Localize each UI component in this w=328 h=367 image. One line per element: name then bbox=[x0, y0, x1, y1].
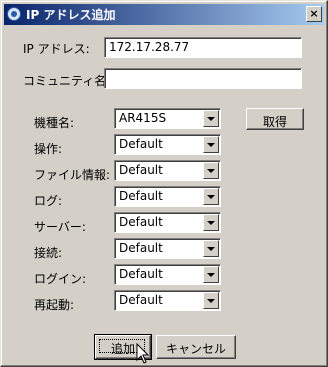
chevron-down-icon[interactable] bbox=[203, 162, 219, 179]
server-label: サーバー: bbox=[34, 220, 86, 234]
mouse-pointer-icon bbox=[136, 343, 150, 364]
chevron-down-icon[interactable] bbox=[203, 136, 219, 153]
server-select[interactable]: Default bbox=[114, 212, 221, 233]
title-bar[interactable]: IP アドレス追加 × bbox=[4, 4, 324, 25]
community-label: コミュニティ名: bbox=[23, 74, 111, 88]
reboot-select-value: Default bbox=[119, 293, 163, 307]
log-select[interactable]: Default bbox=[114, 186, 221, 207]
model-select-value: AR415S bbox=[119, 111, 167, 125]
operation-label: 操作: bbox=[34, 142, 63, 156]
connection-select[interactable]: Default bbox=[114, 238, 221, 259]
ip-address-label: IP アドレス: bbox=[23, 42, 90, 56]
reboot-select[interactable]: Default bbox=[114, 290, 221, 311]
cancel-button[interactable]: キャンセル bbox=[156, 335, 236, 359]
add-ip-dialog: IP アドレス追加 × IP アドレス: 172.17.28.77 コミュニティ… bbox=[0, 0, 328, 367]
window-title: IP アドレス追加 bbox=[26, 8, 116, 22]
community-input[interactable] bbox=[104, 68, 302, 89]
file-info-select[interactable]: Default bbox=[114, 160, 221, 181]
chevron-down-icon[interactable] bbox=[203, 214, 219, 231]
fetch-button[interactable]: 取得 bbox=[246, 108, 304, 130]
ip-address-input[interactable]: 172.17.28.77 bbox=[104, 37, 302, 58]
app-icon bbox=[7, 7, 21, 21]
reboot-label: 再起動: bbox=[34, 298, 75, 312]
connection-label: 接続: bbox=[34, 246, 63, 260]
chevron-down-icon[interactable] bbox=[203, 188, 219, 205]
operation-select[interactable]: Default bbox=[114, 134, 221, 155]
connection-select-value: Default bbox=[119, 241, 163, 255]
login-select-value: Default bbox=[119, 267, 163, 281]
chevron-down-icon[interactable] bbox=[203, 110, 219, 127]
close-button[interactable]: × bbox=[306, 6, 322, 22]
login-label: ログイン: bbox=[34, 272, 87, 286]
model-select[interactable]: AR415S bbox=[114, 108, 221, 129]
model-label: 機種名: bbox=[34, 116, 75, 130]
file-info-select-value: Default bbox=[119, 163, 163, 177]
file-info-label: ファイル情報: bbox=[34, 168, 111, 182]
chevron-down-icon[interactable] bbox=[203, 240, 219, 257]
operation-select-value: Default bbox=[119, 137, 163, 151]
chevron-down-icon[interactable] bbox=[203, 266, 219, 283]
chevron-down-icon[interactable] bbox=[203, 292, 219, 309]
login-select[interactable]: Default bbox=[114, 264, 221, 285]
cancel-button-label: キャンセル bbox=[165, 342, 226, 356]
log-select-value: Default bbox=[119, 189, 163, 203]
log-label: ログ: bbox=[34, 194, 63, 208]
fetch-button-label: 取得 bbox=[262, 115, 287, 129]
server-select-value: Default bbox=[119, 215, 163, 229]
